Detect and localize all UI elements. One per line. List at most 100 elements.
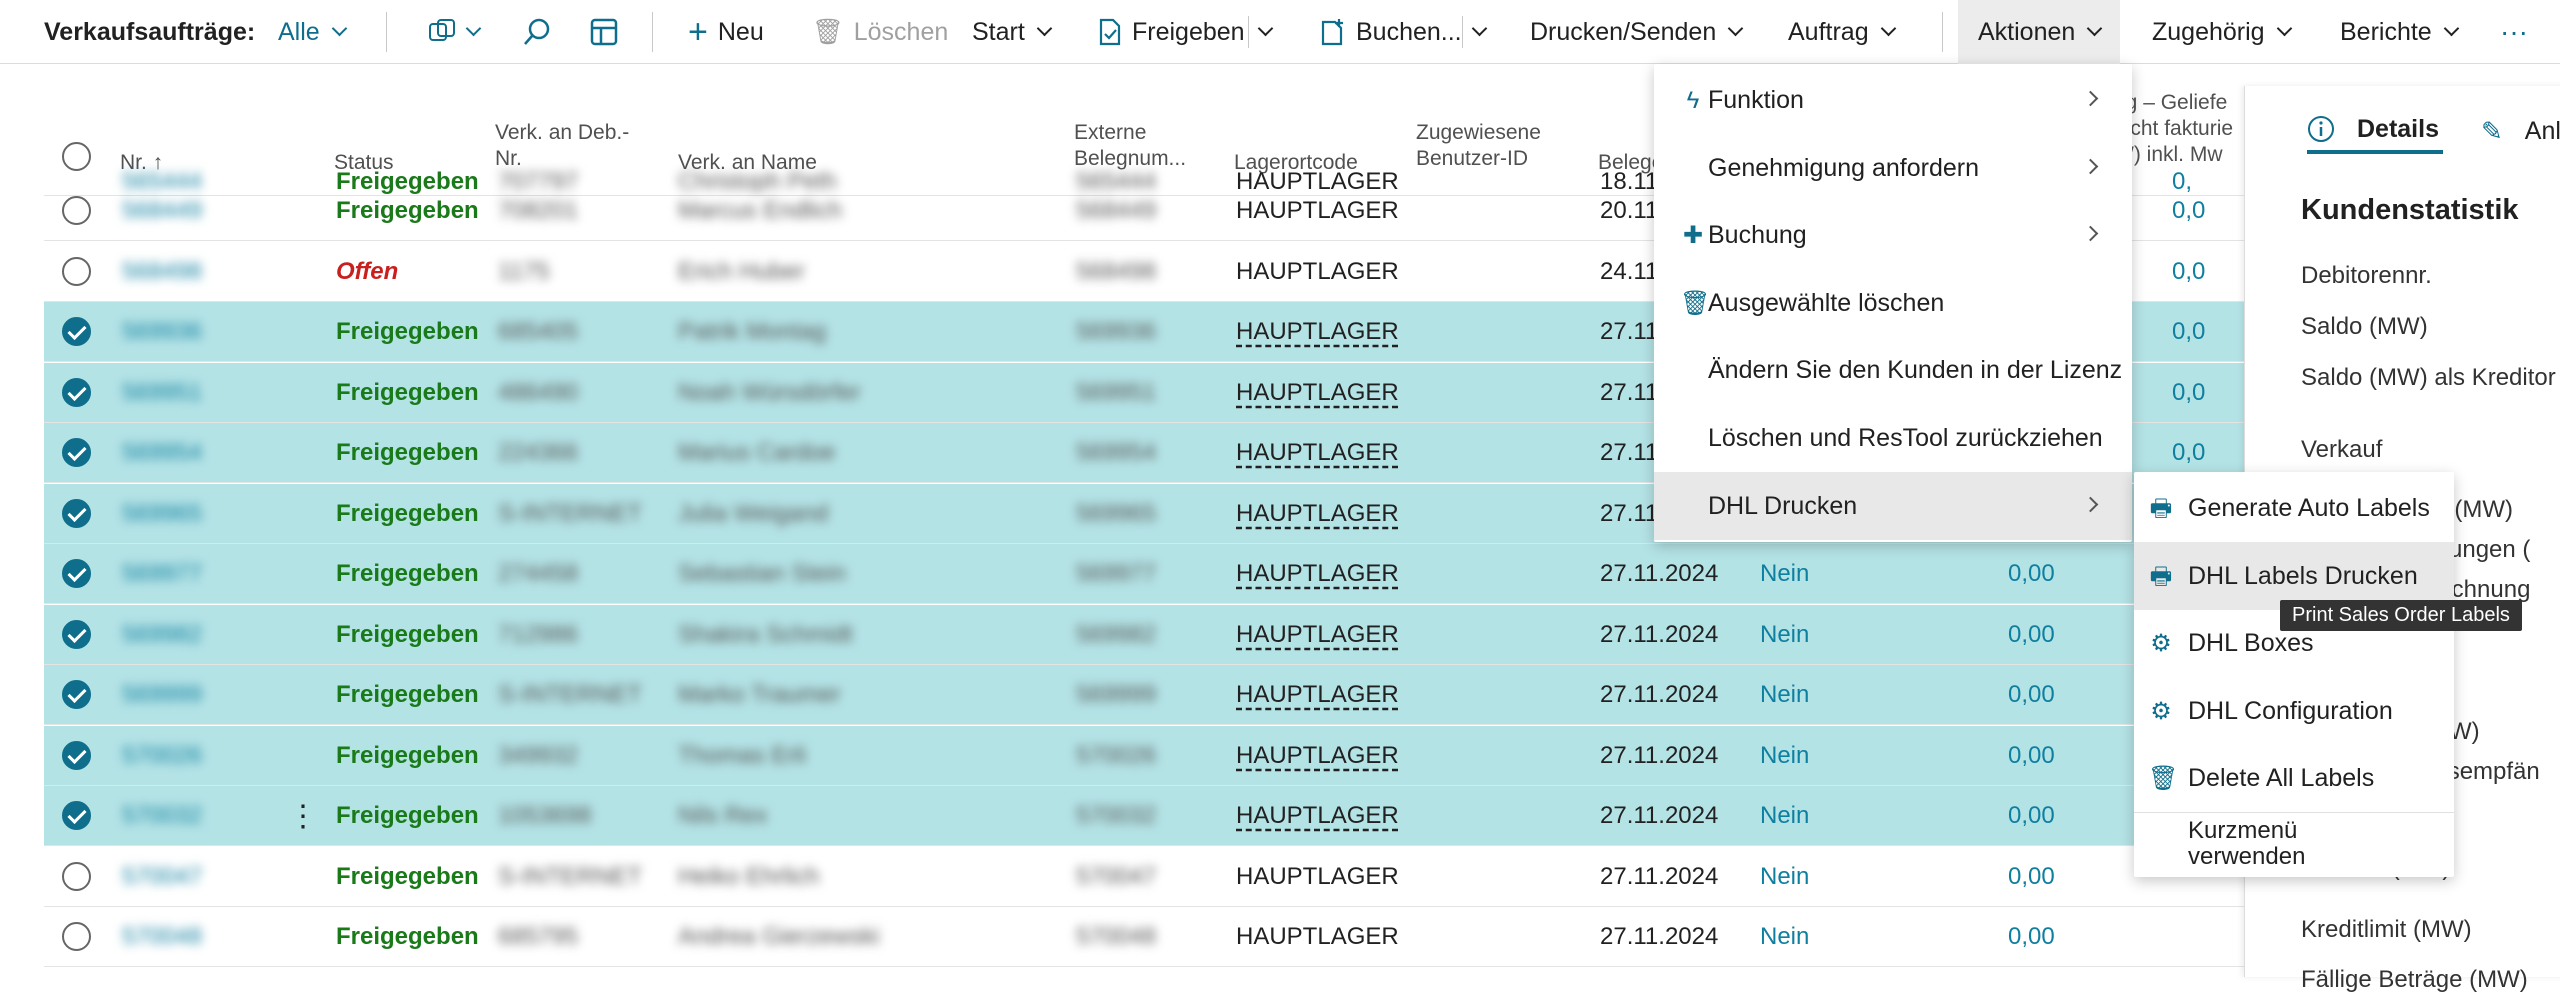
order-no-link[interactable]: 569965 <box>122 484 202 544</box>
amount-value: 0,0 <box>2172 258 2206 285</box>
related-menu[interactable]: Zugehörig <box>2152 0 2292 64</box>
search-button[interactable] <box>522 0 552 64</box>
factbox-field-label[interactable]: Fällige Beträge (MW) <box>2301 966 2528 994</box>
print-send-menu[interactable]: Drucken/Senden <box>1530 0 1744 64</box>
document-date: 27.11.2024 <box>1600 560 1719 587</box>
row-checkbox[interactable] <box>62 620 91 649</box>
submenu-item[interactable]: 🗑 Delete All Labels <box>2134 744 2454 812</box>
amount-value: 0,00 <box>2008 681 2055 708</box>
order-no-link[interactable]: 569999 <box>122 665 202 725</box>
row-checkbox[interactable] <box>62 378 91 407</box>
location-code[interactable]: HAUPTLAGER <box>1236 726 1399 786</box>
order-no-link[interactable]: 570032 <box>122 786 202 846</box>
delete-button[interactable]: 🗑 Löschen <box>812 0 948 64</box>
table-row[interactable]: 570032 ⋮ Freigegeben 1053698 Nils Rex 570032 H… <box>44 786 2244 846</box>
post-button[interactable]: Buchen... <box>1320 0 1462 64</box>
location-code[interactable]: HAUPTLAGER <box>1236 484 1399 544</box>
order-no-link[interactable]: 570026 <box>122 726 202 786</box>
location-code[interactable]: HAUPTLAGER <box>1236 363 1399 423</box>
table-row[interactable]: 569982 Freigegeben 712986 Shakira Schmidt 56… <box>44 605 2244 665</box>
table-row[interactable]: 570048 Freigegeben 685795 Andrea Gierzewski… <box>44 907 2244 967</box>
row-checkbox[interactable] <box>62 499 91 528</box>
row-checkbox[interactable] <box>62 438 91 467</box>
table-row[interactable]: 570026 Freigegeben 349932 Thomas Erli 570026… <box>44 726 2244 786</box>
menu-item[interactable]: Ändern Sie den Kunden in der Lizenz <box>1654 336 2132 404</box>
tab-attachments[interactable]: ✎ Anl <box>2481 108 2560 154</box>
factbox-field-label[interactable]: Saldo (MW) als Kreditor <box>2301 364 2556 392</box>
submenu-item[interactable]: 🖶 Generate Auto Labels <box>2134 474 2454 542</box>
order-no-link[interactable]: 568449 <box>122 181 202 241</box>
filter-dropdown[interactable]: Alle <box>278 0 347 64</box>
order-no-link[interactable]: 569951 <box>122 363 202 423</box>
location-code[interactable]: HAUPTLAGER <box>1236 665 1399 725</box>
select-all-checkbox[interactable] <box>62 142 91 171</box>
order-no-link[interactable]: 569977 <box>122 544 202 604</box>
order-no-link[interactable]: 568498 <box>122 242 202 302</box>
menu-item[interactable]: ✚ Buchung <box>1654 201 2132 269</box>
menu-item[interactable]: ϟ Funktion <box>1654 66 2132 134</box>
order-no-link[interactable]: 570048 <box>122 907 202 967</box>
col-header-sell-to-no[interactable]: Verk. an Deb.- Nr. <box>495 120 629 172</box>
col-header-assigned-user[interactable]: Zugewiesene Benutzer-ID <box>1416 120 1541 172</box>
menu-item-label: DHL Drucken <box>1708 491 1858 520</box>
document-date: 27.11.2024 <box>1600 742 1719 769</box>
row-checkbox[interactable] <box>62 862 91 891</box>
more-options-button[interactable]: ··· <box>2500 0 2528 64</box>
factbox-field-label[interactable]: Debitorennr. <box>2301 262 2432 290</box>
layout-button[interactable] <box>590 0 618 64</box>
location-code[interactable]: HAUPTLAGER <box>1236 544 1399 604</box>
views-button[interactable] <box>428 0 482 64</box>
row-checkbox[interactable] <box>62 196 91 225</box>
order-no-link[interactable]: 569954 <box>122 423 202 483</box>
order-no-link[interactable]: 569982 <box>122 605 202 665</box>
menu-item[interactable]: Genehmigung anfordern <box>1654 134 2132 202</box>
customer-name: Marcus Endlich <box>678 197 843 224</box>
col-header-ext-doc-no[interactable]: Externe Belegnum... <box>1074 120 1186 172</box>
location-code[interactable]: HAUPTLAGER <box>1236 302 1399 362</box>
row-checkbox[interactable] <box>62 741 91 770</box>
table-row[interactable]: 569999 Freigegeben S-INTERNET Marko Traumer… <box>44 665 2244 725</box>
tab-attachments-label: Anl <box>2524 116 2560 145</box>
location-code[interactable]: HAUPTLAGER <box>1236 786 1399 846</box>
menu-item[interactable]: DHL Drucken <box>1654 472 2132 540</box>
menu-item[interactable]: Löschen und ResTool zurückziehen <box>1654 404 2132 472</box>
header-line: Nr. <box>495 147 522 170</box>
submenu-item[interactable]: ⚙ DHL Configuration <box>2134 677 2454 745</box>
factbox-field-label[interactable]: Kreditlimit (MW) <box>2301 916 2472 944</box>
location-code: HAUPTLAGER <box>1236 863 1399 890</box>
factbox-field-label[interactable]: Verkauf <box>2301 436 2382 464</box>
row-checkbox[interactable] <box>62 257 91 286</box>
order-menu[interactable]: Auftrag <box>1788 0 1896 64</box>
paperclip-icon: ✎ <box>2481 115 2503 146</box>
row-checkbox[interactable] <box>62 559 91 588</box>
release-dropdown[interactable] <box>1257 0 1274 64</box>
tab-details[interactable]: Details <box>2307 108 2443 154</box>
post-dropdown[interactable] <box>1471 0 1488 64</box>
table-row[interactable]: 569977 Freigegeben 274458 Sebastian Stein 56… <box>44 544 2244 604</box>
row-checkbox[interactable] <box>62 680 91 709</box>
actions-menu[interactable]: Aktionen <box>1958 0 2121 64</box>
start-label: Start <box>972 17 1025 46</box>
location-code[interactable]: HAUPTLAGER <box>1236 605 1399 665</box>
row-checkbox[interactable] <box>62 801 91 830</box>
row-checkbox[interactable] <box>62 922 91 951</box>
reports-menu[interactable]: Berichte <box>2340 0 2459 64</box>
amount-value: 0,00 <box>2008 863 2055 890</box>
row-checkbox[interactable] <box>62 317 91 346</box>
related-label: Zugehörig <box>2152 17 2265 46</box>
start-menu[interactable]: Start <box>972 0 1053 64</box>
location-code[interactable]: HAUPTLAGER <box>1236 423 1399 483</box>
factbox-field-label[interactable]: Saldo (MW) <box>2301 313 2428 341</box>
release-button[interactable]: Freigeben <box>1098 0 1245 64</box>
new-button[interactable]: + Neu <box>688 0 764 64</box>
table-row[interactable]: 570047 Freigegeben S-INTERNET Heiko Ehrlich… <box>44 847 2244 907</box>
menu-item-label: Genehmigung anfordern <box>1708 153 1980 182</box>
order-no-link[interactable]: 569936 <box>122 302 202 362</box>
shortcut-menu-toggle[interactable]: Kurzmenü verwenden <box>2188 818 2305 870</box>
order-no-link[interactable]: 570047 <box>122 847 202 907</box>
menu-item[interactable]: 🗑 Ausgewählte löschen <box>1654 269 2132 337</box>
row-actions-icon[interactable]: ⋮ <box>288 786 318 846</box>
print-send-label: Drucken/Senden <box>1530 17 1717 46</box>
document-date: 27.11.2024 <box>1600 802 1719 829</box>
shipped-flag: Nein <box>1760 742 1810 769</box>
